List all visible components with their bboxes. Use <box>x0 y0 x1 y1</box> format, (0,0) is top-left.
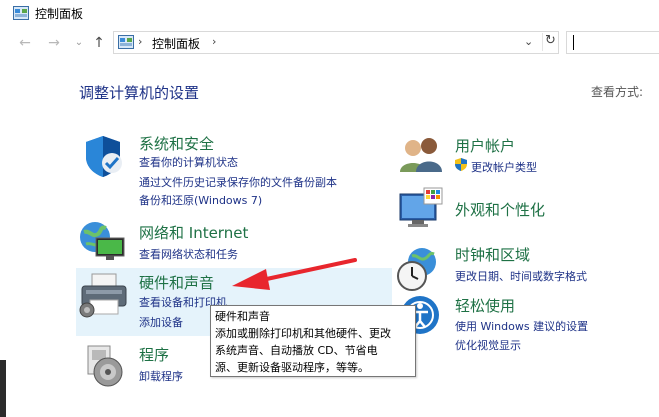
search-input[interactable] <box>566 31 659 54</box>
link-change-date-time[interactable]: 更改日期、时间或数字格式 <box>455 268 587 284</box>
page-title: 调整计算机的设置 <box>79 84 200 102</box>
link-file-history[interactable]: 通过文件历史记录保存你的文件备份副本 <box>139 174 337 190</box>
view-by-label[interactable]: 查看方式: <box>591 83 643 100</box>
link-backup-restore[interactable]: 备份和还原(Windows 7) <box>139 192 262 208</box>
shield-icon[interactable] <box>80 133 126 179</box>
navigation-bar: ← → ⌄ ↑ › 控制面板 › ⌄ ↻ <box>0 28 659 58</box>
category-user-accounts[interactable]: 用户帐户 <box>455 135 515 156</box>
link-add-device[interactable]: 添加设备 <box>139 314 183 330</box>
refresh-icon[interactable]: ↻ <box>542 33 558 51</box>
background-window-strip <box>0 360 6 417</box>
tooltip-line: 系统声音、自动播放 CD、节省电 <box>215 344 378 357</box>
text-caret <box>573 35 574 50</box>
category-system-security[interactable]: 系统和安全 <box>139 133 214 154</box>
link-change-account-type[interactable]: 更改帐户类型 <box>471 159 537 175</box>
tooltip-line: 源、更新设备驱动程序，等等。 <box>215 361 369 374</box>
tooltip: 硬件和声音 添加或删除打印机和其他硬件、更改 系统声音、自动播放 CD、节省电 … <box>210 305 416 377</box>
category-clock-region[interactable]: 时钟和区域 <box>455 244 530 265</box>
control-panel-icon <box>118 35 134 49</box>
programs-icon[interactable] <box>84 344 128 388</box>
up-arrow-icon[interactable]: ↑ <box>90 34 108 52</box>
users-icon[interactable] <box>398 134 446 176</box>
breadcrumb-separator-icon: › <box>138 35 143 48</box>
link-uninstall-program[interactable]: 卸载程序 <box>139 368 183 384</box>
breadcrumb-control-panel[interactable]: 控制面板 <box>152 35 200 52</box>
title-bar: 控制面板 <box>0 0 659 28</box>
breadcrumb-separator-icon[interactable]: › <box>212 35 216 48</box>
category-hardware-sound[interactable]: 硬件和声音 <box>139 272 214 293</box>
link-view-computer-status[interactable]: 查看你的计算机状态 <box>139 154 238 170</box>
link-recommended-settings[interactable]: 使用 Windows 建议的设置 <box>455 318 588 334</box>
clock-globe-icon[interactable] <box>396 246 442 292</box>
window-title: 控制面板 <box>35 7 84 21</box>
forward-arrow-icon[interactable]: → <box>45 34 63 52</box>
category-programs[interactable]: 程序 <box>139 344 169 365</box>
uac-shield-icon <box>455 158 467 171</box>
link-optimize-visual-display[interactable]: 优化视觉显示 <box>455 337 521 353</box>
chevron-down-icon[interactable]: ⌄ <box>70 34 88 52</box>
back-arrow-icon[interactable]: ← <box>16 34 34 52</box>
network-icon[interactable] <box>78 220 128 262</box>
category-appearance-personalization[interactable]: 外观和个性化 <box>455 199 545 220</box>
monitor-icon[interactable] <box>398 186 444 232</box>
tooltip-title: 硬件和声音 <box>215 310 270 323</box>
link-network-status[interactable]: 查看网络状态和任务 <box>139 246 238 262</box>
category-network-internet[interactable]: 网络和 Internet <box>139 222 248 243</box>
tooltip-line: 添加或删除打印机和其他硬件、更改 <box>215 327 391 340</box>
address-bar[interactable]: › 控制面板 › ⌄ ↻ <box>113 31 559 54</box>
control-panel-icon <box>13 6 29 20</box>
category-ease-of-access[interactable]: 轻松使用 <box>455 295 515 316</box>
address-dropdown-icon[interactable]: ⌄ <box>524 35 533 48</box>
printer-icon[interactable] <box>78 272 130 318</box>
